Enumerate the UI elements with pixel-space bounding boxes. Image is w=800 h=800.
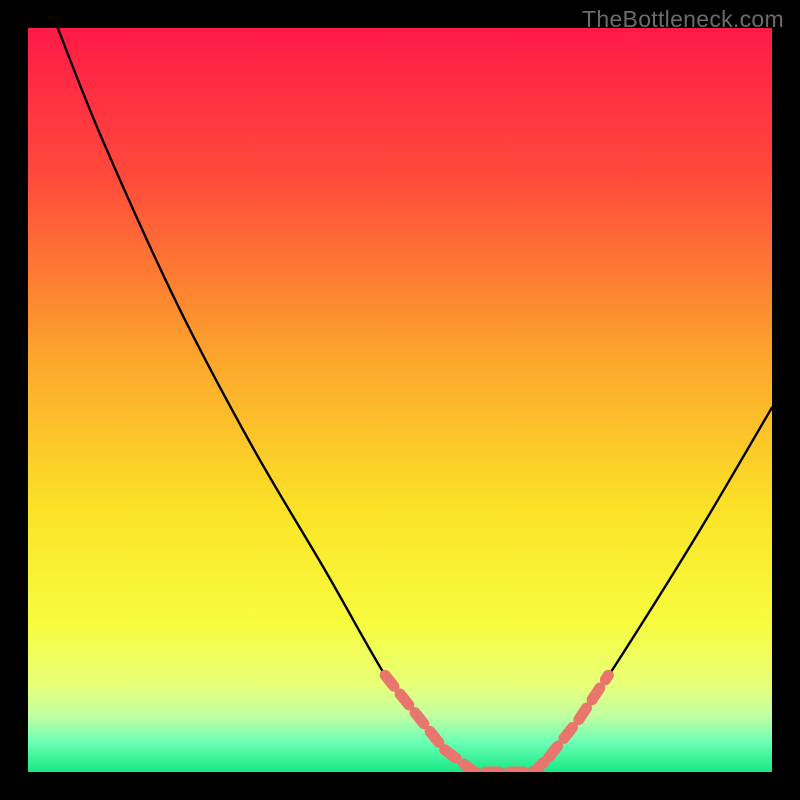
chart-container: TheBottleneck.com (0, 0, 800, 800)
plot-area (28, 28, 772, 772)
bottleneck-curve (28, 28, 772, 772)
watermark-text: TheBottleneck.com (582, 6, 784, 33)
